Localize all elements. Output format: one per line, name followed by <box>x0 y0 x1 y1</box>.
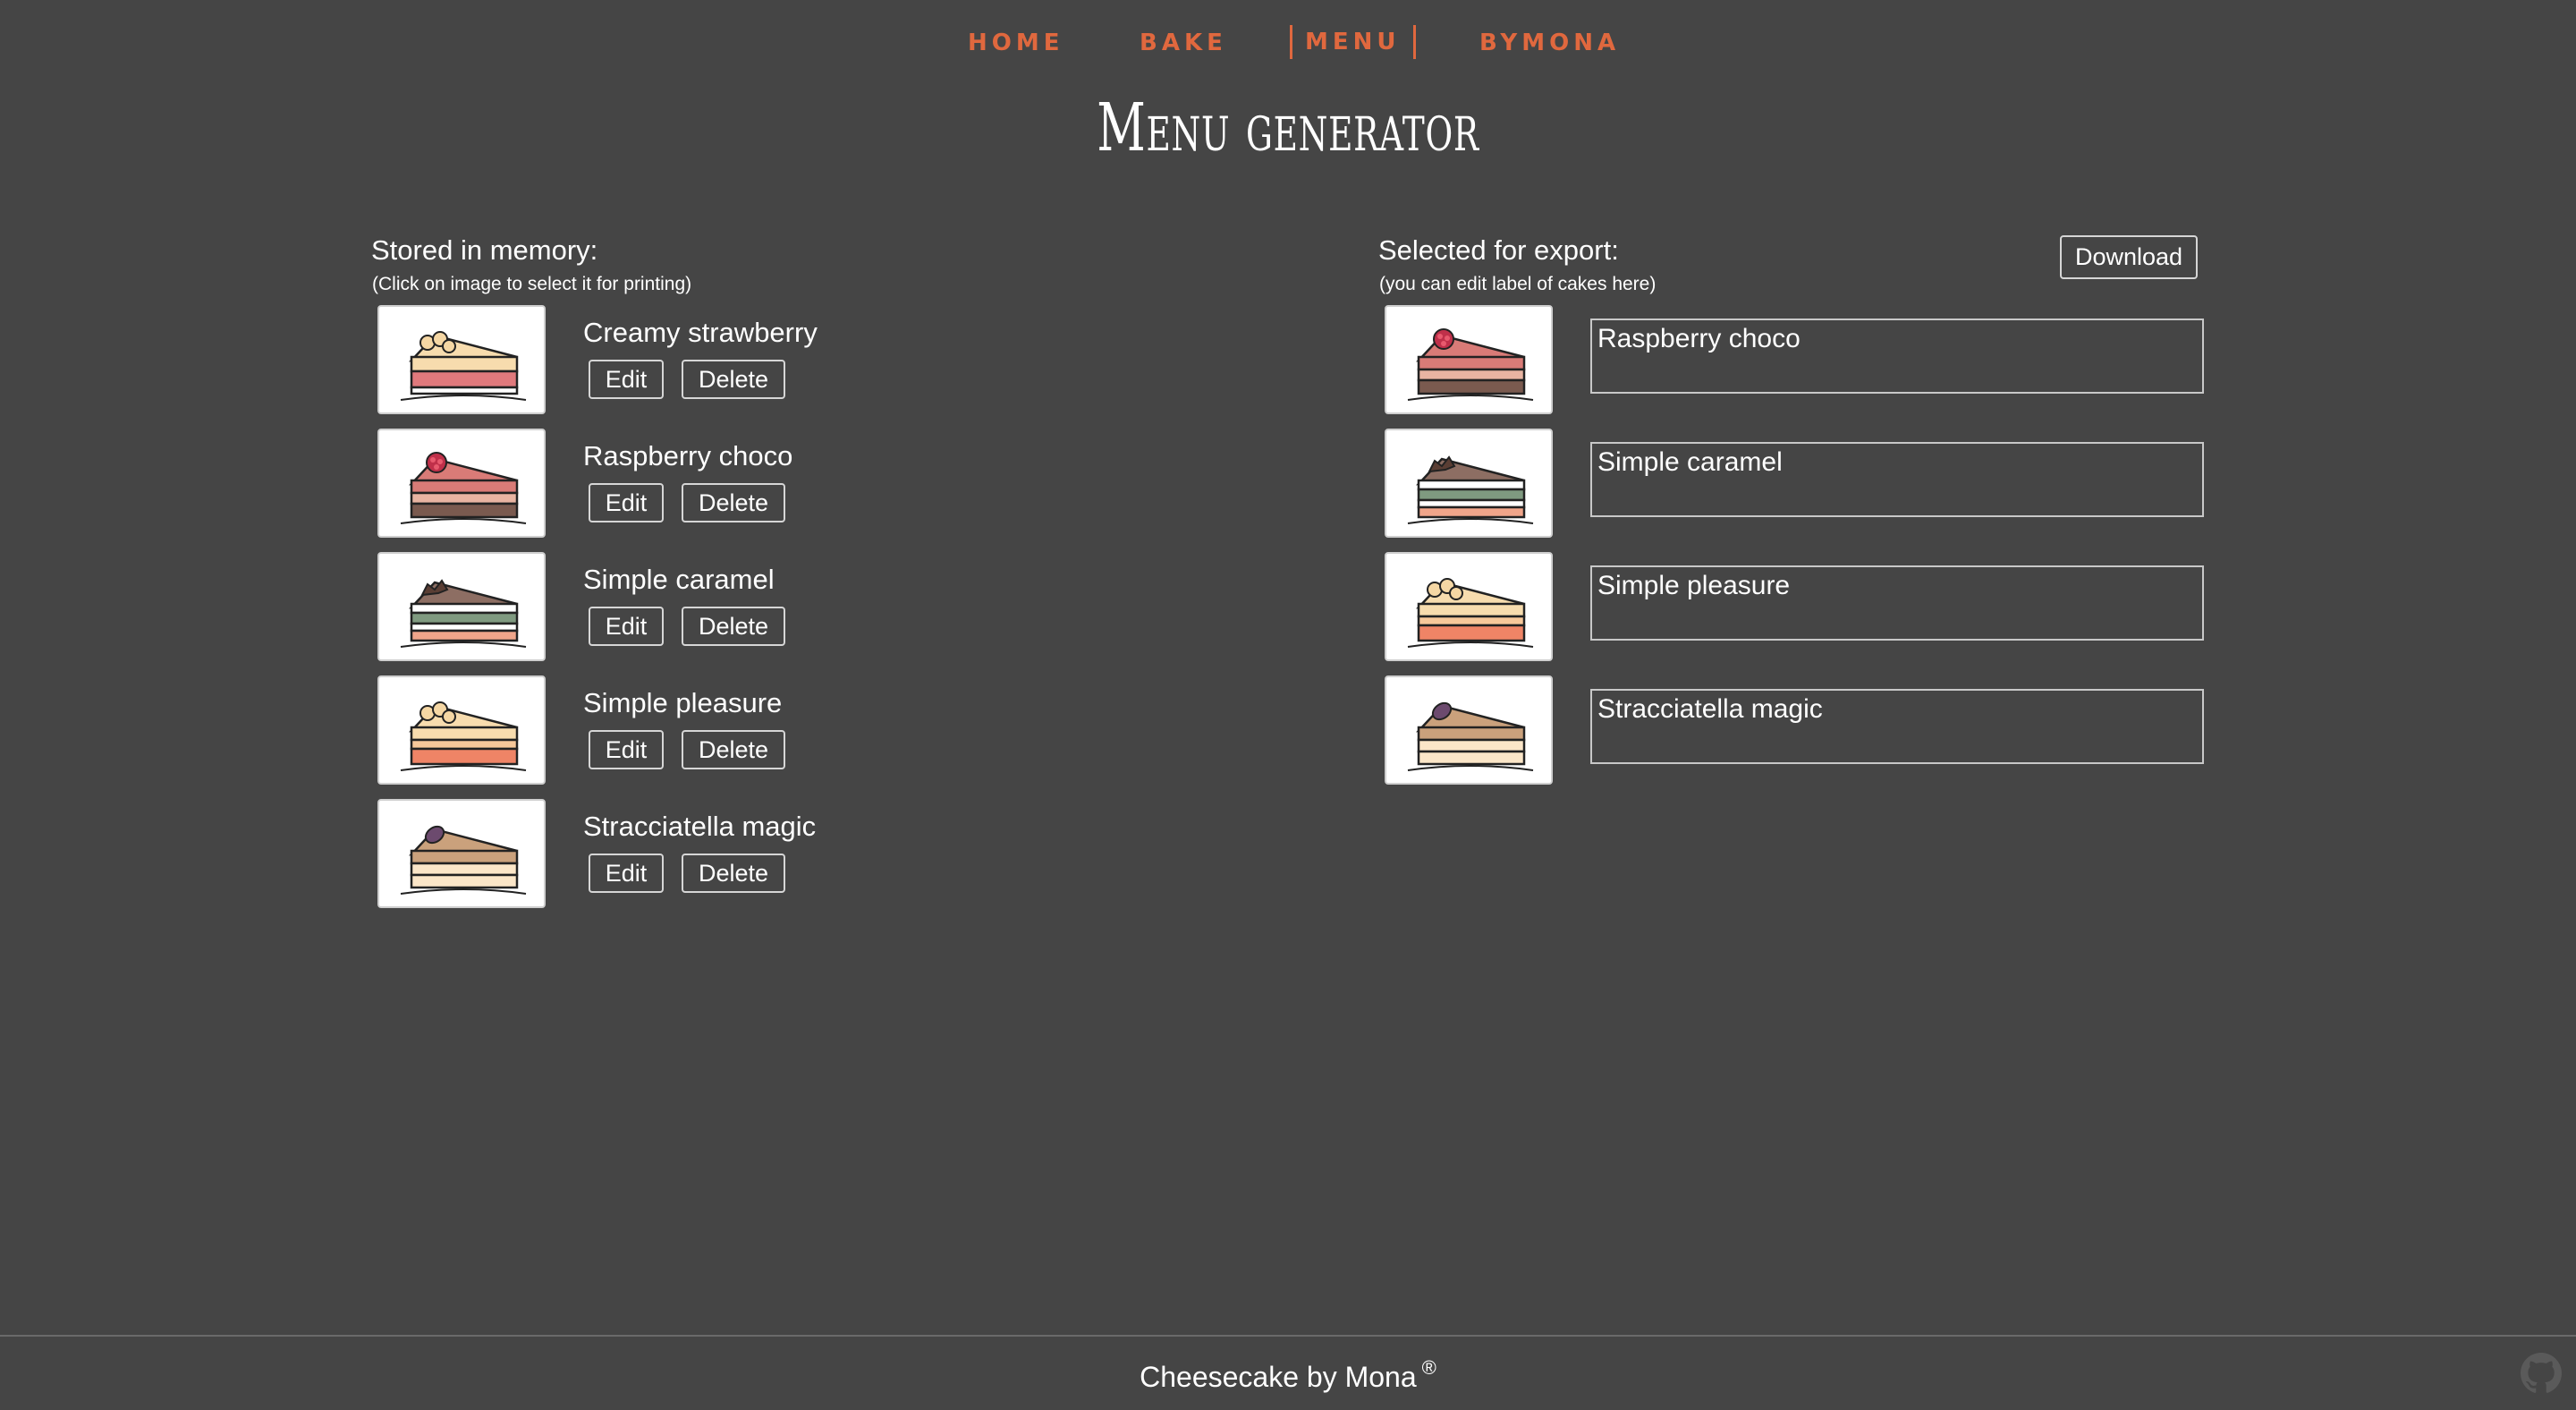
top-navigation: HOME BAKE MENU BYMONA <box>0 0 2576 86</box>
nav-menu-link[interactable]: MENU <box>1290 25 1416 59</box>
stored-cake-image[interactable] <box>377 799 546 908</box>
nav-bake-link[interactable]: BAKE <box>1140 27 1227 59</box>
export-cake-image[interactable] <box>1385 305 1553 414</box>
cake-stracciatella-magic-icon <box>1407 701 1534 771</box>
export-label-input[interactable]: Simple pleasure <box>1590 565 2204 641</box>
stored-cake-name: Simple pleasure <box>583 687 783 718</box>
cake-simple-pleasure-icon <box>1407 578 1534 648</box>
cake-creamy-strawberry-icon <box>400 331 527 401</box>
footer-brand: Cheesecake by Mona <box>1140 1361 1417 1393</box>
edit-button[interactable]: Edit <box>589 360 664 399</box>
stored-cake-image[interactable] <box>377 675 546 785</box>
delete-button[interactable]: Delete <box>682 730 785 769</box>
edit-button[interactable]: Edit <box>589 483 664 522</box>
github-icon[interactable] <box>2521 1353 2562 1394</box>
cake-simple-pleasure-icon <box>400 701 527 771</box>
cake-stracciatella-magic-icon <box>400 825 527 895</box>
download-button[interactable]: Download <box>2060 235 2198 279</box>
stored-cake-name: Simple caramel <box>583 564 775 595</box>
export-cake-image[interactable] <box>1385 429 1553 538</box>
export-label-input[interactable]: Simple caramel <box>1590 442 2204 517</box>
delete-button[interactable]: Delete <box>682 483 785 522</box>
footer-text: Cheesecake by Mona ® <box>0 1356 2576 1394</box>
stored-cake-name: Raspberry choco <box>583 440 793 471</box>
edit-button[interactable]: Edit <box>589 854 664 893</box>
delete-button[interactable]: Delete <box>682 854 785 893</box>
cake-raspberry-choco-icon <box>400 452 527 524</box>
cake-simple-caramel-icon <box>1407 455 1534 524</box>
stored-subheading: (Click on image to select it for printin… <box>372 274 692 294</box>
nav-home-link[interactable]: HOME <box>968 27 1064 59</box>
cake-raspberry-choco-icon <box>1407 328 1534 401</box>
cake-simple-caramel-icon <box>400 579 527 648</box>
stored-cake-name: Stracciatella magic <box>583 811 817 842</box>
registered-mark: ® <box>1421 1356 1436 1379</box>
export-cake-image[interactable] <box>1385 552 1553 661</box>
stored-cake-image[interactable] <box>377 305 546 414</box>
edit-button[interactable]: Edit <box>589 607 664 646</box>
stored-heading: Stored in memory: <box>371 234 598 266</box>
export-label-input[interactable]: Stracciatella magic <box>1590 689 2204 764</box>
export-label-input[interactable]: Raspberry choco <box>1590 319 2204 394</box>
export-subheading: (you can edit label of cakes here) <box>1379 274 1657 294</box>
edit-button[interactable]: Edit <box>589 730 664 769</box>
stored-cake-name: Creamy strawberry <box>583 317 818 348</box>
stored-cake-image[interactable] <box>377 552 546 661</box>
stored-cake-image[interactable] <box>377 429 546 538</box>
page-title: Menu generator <box>1097 89 1479 166</box>
footer: Cheesecake by Mona ® <box>0 1335 2576 1410</box>
delete-button[interactable]: Delete <box>682 607 785 646</box>
nav-bymona-link[interactable]: BYMONA <box>1479 27 1620 59</box>
export-heading: Selected for export: <box>1378 234 1619 266</box>
delete-button[interactable]: Delete <box>682 360 785 399</box>
export-cake-image[interactable] <box>1385 675 1553 785</box>
